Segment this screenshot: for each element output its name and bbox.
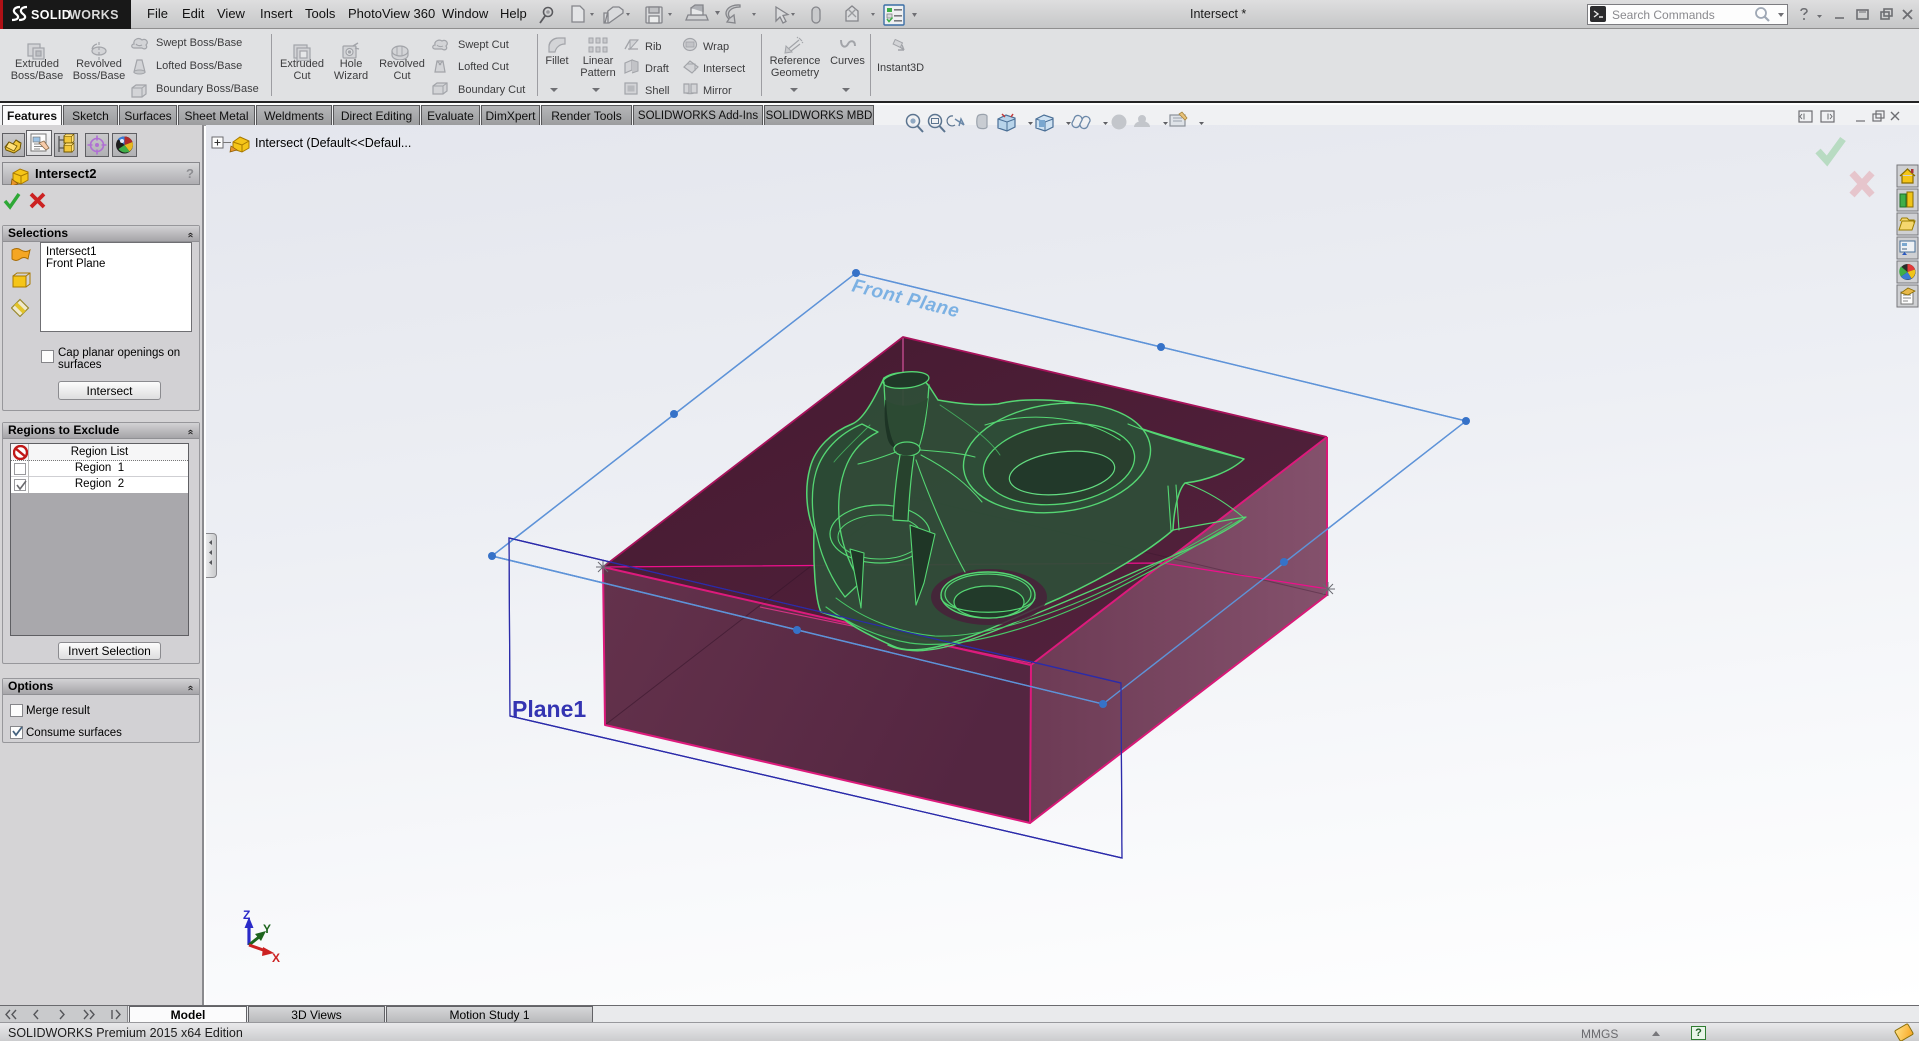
- svg-text:Intersect (Default<<Defaul...: Intersect (Default<<Defaul...: [255, 136, 411, 150]
- svg-text:SOLID: SOLID: [31, 8, 71, 22]
- svg-text:X: X: [272, 951, 280, 965]
- svg-text:Front Plane: Front Plane: [850, 275, 962, 322]
- svg-text:WORKS: WORKS: [69, 8, 119, 22]
- svg-text:Z: Z: [243, 908, 250, 922]
- svg-text:Plane1: Plane1: [512, 696, 586, 722]
- svg-text:Y: Y: [263, 922, 271, 936]
